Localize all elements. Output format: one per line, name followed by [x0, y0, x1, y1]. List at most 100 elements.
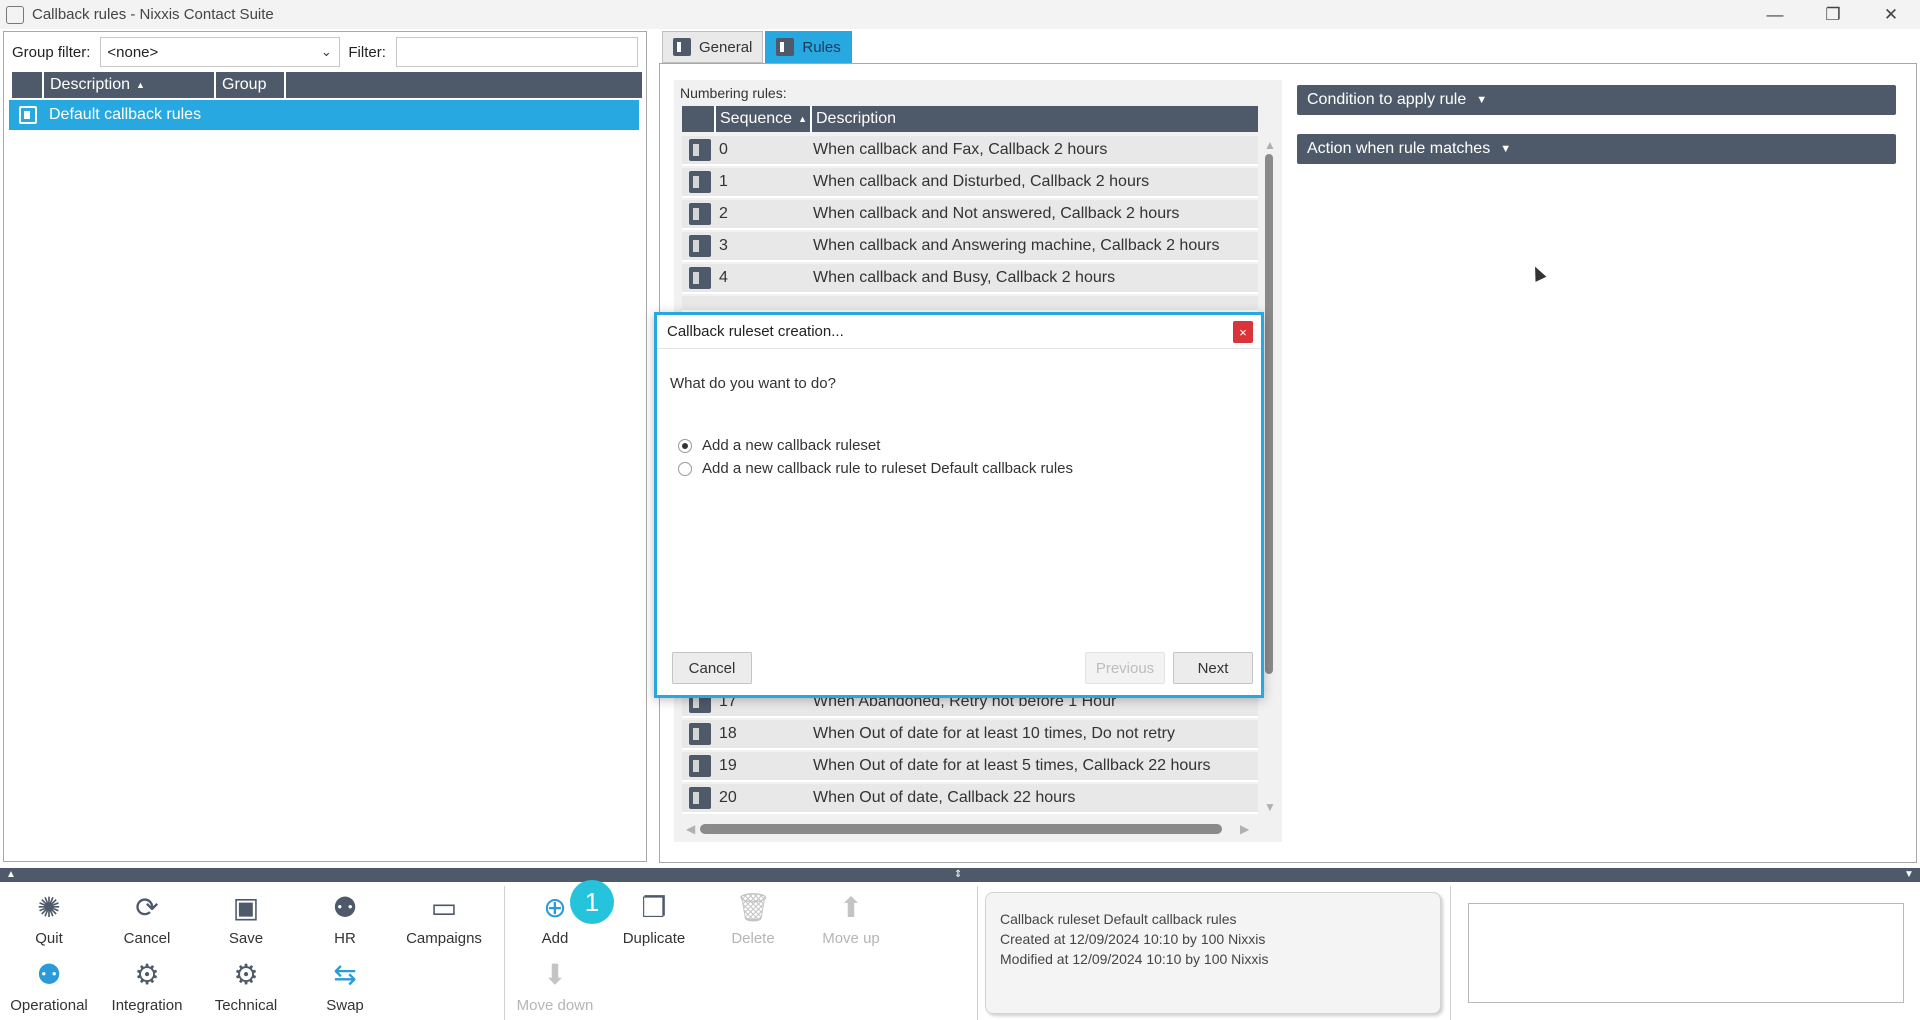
- radio-button-checked[interactable]: [678, 438, 692, 453]
- maximize-button[interactable]: ❐: [1804, 0, 1862, 29]
- rule-row[interactable]: 3 When callback and Answering machine, C…: [682, 232, 1258, 262]
- rule-row[interactable]: 20 When Out of date, Callback 22 hours: [682, 784, 1258, 814]
- minimize-button[interactable]: —: [1746, 0, 1804, 29]
- splitter-handle-icon[interactable]: ⇕: [954, 869, 962, 880]
- plus-circle-icon: ⊕: [543, 892, 567, 923]
- floppy-icon: ▣: [232, 892, 260, 923]
- rule-row-partial[interactable]: [682, 296, 1258, 312]
- panel-splitter[interactable]: ▲ ⇕ ▼: [0, 868, 1920, 882]
- ruleset-grid-header: Description ▲ Group: [12, 72, 642, 98]
- rule-icon: [689, 203, 711, 225]
- tab-strip: General Rules: [662, 31, 854, 63]
- tab-general[interactable]: General: [662, 31, 764, 63]
- filter-input[interactable]: [395, 37, 638, 67]
- duplicate-button[interactable]: ❐ Duplicate: [609, 892, 699, 948]
- tab-rules[interactable]: Rules: [765, 31, 852, 63]
- ruleset-icon: [19, 106, 37, 124]
- scroll-left-icon[interactable]: ◀: [686, 822, 695, 836]
- group-filter-label: Group filter:: [12, 43, 91, 61]
- campaigns-button[interactable]: ▭ Campaigns: [399, 892, 489, 948]
- column-header-group[interactable]: Group: [216, 72, 286, 98]
- option-new-ruleset[interactable]: Add a new callback ruleset: [678, 437, 880, 454]
- expand-up-icon[interactable]: ▲: [6, 869, 16, 880]
- group-filter-select[interactable]: <none> ⌄: [100, 37, 341, 67]
- move-down-button[interactable]: ⬇ Move down: [510, 959, 600, 1015]
- rule-description: When callback and Answering machine, Cal…: [813, 237, 1220, 254]
- scroll-down-icon[interactable]: ▼: [1264, 800, 1276, 814]
- rule-row[interactable]: 2 When callback and Not answered, Callba…: [682, 200, 1258, 230]
- rule-icon: [689, 755, 711, 777]
- swap-button[interactable]: ⇆ Swap: [300, 959, 390, 1015]
- option-new-rule-label: Add a new callback rule to ruleset Defau…: [702, 460, 1074, 477]
- rule-description: When Out of date for at least 10 times, …: [813, 725, 1175, 742]
- save-button[interactable]: ▣ Save: [201, 892, 291, 948]
- rules-vertical-scrollbar[interactable]: [1263, 140, 1275, 812]
- info-title: Callback ruleset Default callback rules: [1000, 911, 1237, 927]
- action-section-header[interactable]: Action when rule matches ▼: [1297, 134, 1896, 164]
- rule-description: When Out of date, Callback 22 hours: [813, 789, 1076, 806]
- rule-icon: [689, 139, 711, 161]
- option-new-rule[interactable]: Add a new callback rule to ruleset Defau…: [678, 460, 1073, 477]
- close-window-button[interactable]: ✕: [1862, 0, 1920, 29]
- dialog-close-button[interactable]: ×: [1233, 321, 1253, 343]
- dialog-question: What do you want to do?: [670, 375, 836, 392]
- rule-row[interactable]: 1 When callback and Disturbed, Callback …: [682, 168, 1258, 198]
- column-header-description[interactable]: Description: [812, 106, 1258, 132]
- vertical-scroll-thumb[interactable]: [1265, 154, 1273, 674]
- hr-button[interactable]: ⚉ HR: [300, 892, 390, 948]
- rule-sequence: 20: [719, 789, 737, 806]
- move-up-button[interactable]: ⬆ Move up: [806, 892, 896, 948]
- row-selector-header: [682, 106, 716, 132]
- rule-icon: [689, 171, 711, 193]
- numbering-rules-label: Numbering rules:: [680, 85, 787, 101]
- rule-sequence: 0: [719, 141, 728, 158]
- cancel-toolbar-button[interactable]: ⟳ Cancel: [102, 892, 192, 948]
- toolbar-separator: [977, 886, 978, 1020]
- ruleset-creation-dialog: Callback ruleset creation... × What do y…: [654, 312, 1264, 698]
- technical-button[interactable]: ⚙ Technical: [201, 959, 291, 1015]
- ruleset-info-box: Callback ruleset Default callback rules …: [985, 892, 1441, 1014]
- scroll-right-icon[interactable]: ▶: [1240, 822, 1249, 836]
- rule-icon: [689, 267, 711, 289]
- rule-sequence: 2: [719, 205, 728, 222]
- arrow-up-icon: ⬆: [839, 892, 863, 923]
- horizontal-scroll-thumb[interactable]: [700, 824, 1222, 834]
- arrow-down-icon: ⬇: [543, 959, 567, 990]
- ruleset-row-selected[interactable]: Default callback rules: [9, 100, 639, 130]
- cancel-button[interactable]: Cancel: [672, 652, 752, 684]
- notes-area[interactable]: [1468, 903, 1904, 1003]
- next-button[interactable]: Next: [1173, 652, 1253, 684]
- rule-row[interactable]: 19 When Out of date for at least 5 times…: [682, 752, 1258, 782]
- column-header-sequence[interactable]: Sequence ▲: [716, 106, 812, 132]
- radio-button[interactable]: [678, 461, 692, 476]
- integration-button[interactable]: ⚙ Integration: [102, 959, 192, 1015]
- rule-description: When callback and Fax, Callback 2 hours: [813, 141, 1108, 158]
- quit-button[interactable]: ✺ Quit: [4, 892, 94, 948]
- previous-button[interactable]: Previous: [1085, 652, 1165, 684]
- rule-sequence: 1: [719, 173, 728, 190]
- dialog-title: Callback ruleset creation...: [667, 323, 844, 340]
- toolbar-separator: [1450, 886, 1451, 1020]
- caret-down-icon: ▼: [1476, 94, 1488, 106]
- gear-icon: ⚙: [233, 959, 259, 990]
- scroll-up-icon[interactable]: ▲: [1264, 138, 1276, 152]
- window-title: Callback rules - Nixxis Contact Suite: [32, 6, 274, 23]
- rule-sequence: 18: [719, 725, 737, 742]
- rules-icon: [776, 38, 795, 56]
- operational-button[interactable]: ⚉ Operational: [4, 959, 94, 1015]
- sort-asc-icon: ▲: [136, 80, 145, 90]
- delete-button[interactable]: 🗑 Delete: [708, 892, 798, 948]
- rule-row[interactable]: 0 When callback and Fax, Callback 2 hour…: [682, 136, 1258, 166]
- condition-section-header[interactable]: Condition to apply rule ▼: [1297, 85, 1896, 115]
- rule-row[interactable]: 18 When Out of date for at least 10 time…: [682, 720, 1258, 750]
- row-selector-header: [12, 72, 44, 98]
- step-badge: 1: [570, 880, 614, 924]
- collapse-down-icon[interactable]: ▼: [1904, 869, 1914, 880]
- column-header-description[interactable]: Description ▲: [44, 72, 216, 98]
- chevron-down-icon[interactable]: ⌄: [315, 41, 337, 63]
- rule-icon: [689, 723, 711, 745]
- refresh-icon: ⟳: [135, 892, 159, 923]
- rule-sequence: 4: [719, 269, 728, 286]
- rule-row[interactable]: 4 When callback and Busy, Callback 2 hou…: [682, 264, 1258, 294]
- ruleset-list-panel: Group filter: <none> ⌄ Filter: Descripti…: [3, 31, 647, 862]
